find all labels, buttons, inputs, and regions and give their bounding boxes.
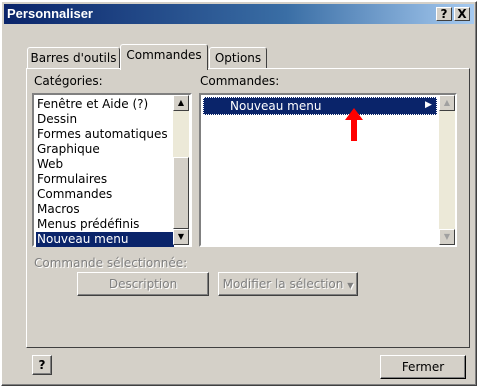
dialog-title: Personnaliser — [7, 6, 93, 21]
tab-barres-outils[interactable]: Barres d'outils — [27, 47, 120, 69]
tab-label: Barres d'outils — [30, 51, 117, 65]
close-button[interactable]: Fermer — [380, 355, 466, 379]
help-icon[interactable]: ? — [32, 355, 52, 375]
tab-label: Commandes — [126, 48, 202, 62]
tab-label: Options — [214, 51, 262, 65]
tab-options[interactable]: Options — [209, 47, 267, 69]
tab-panel — [26, 68, 470, 348]
close-icon[interactable]: X — [454, 7, 470, 21]
tab-commandes[interactable]: Commandes — [120, 44, 208, 70]
help-button[interactable]: ? — [436, 7, 452, 21]
